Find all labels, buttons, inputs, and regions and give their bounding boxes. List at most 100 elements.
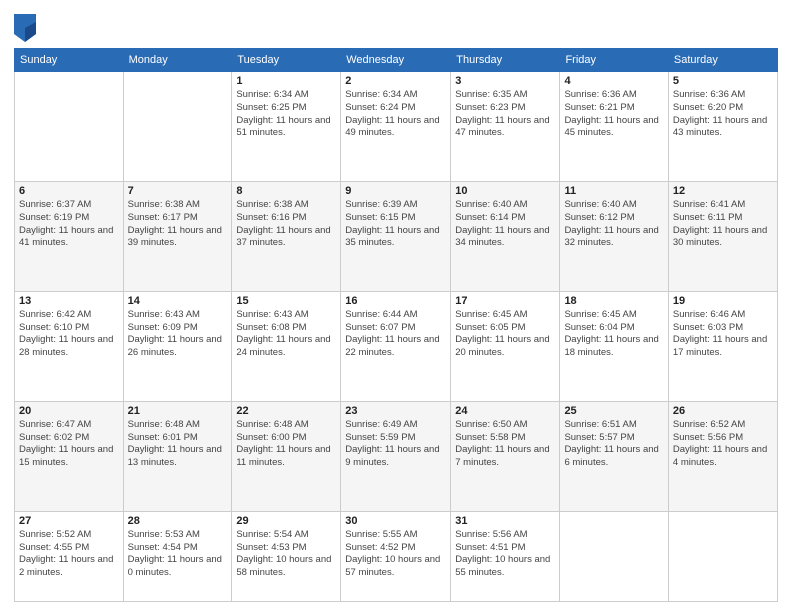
day-detail: Sunrise: 6:49 AM Sunset: 5:59 PM Dayligh… [345, 419, 446, 470]
day-number: 24 [455, 405, 555, 417]
col-header-friday: Friday [560, 49, 668, 72]
day-number: 6 [19, 185, 119, 197]
day-detail: Sunrise: 6:52 AM Sunset: 5:56 PM Dayligh… [673, 419, 773, 470]
day-number: 14 [128, 295, 228, 307]
calendar-week-3: 13 Sunrise: 6:42 AM Sunset: 6:10 PM Dayli… [15, 291, 778, 401]
day-detail: Sunrise: 6:46 AM Sunset: 6:03 PM Dayligh… [673, 309, 773, 360]
day-detail: Sunrise: 6:34 AM Sunset: 6:24 PM Dayligh… [345, 89, 446, 140]
day-detail: Sunrise: 6:50 AM Sunset: 5:58 PM Dayligh… [455, 419, 555, 470]
calendar-cell [668, 511, 777, 601]
calendar-cell: 30Sunrise: 5:55 AM Sunset: 4:52 PM Dayli… [341, 511, 451, 601]
calendar-cell: 25 Sunrise: 6:51 AM Sunset: 5:57 PM Dayli… [560, 401, 668, 511]
calendar-cell: 26 Sunrise: 6:52 AM Sunset: 5:56 PM Dayli… [668, 401, 777, 511]
calendar-cell: 9 Sunrise: 6:39 AM Sunset: 6:15 PM Daylig… [341, 181, 451, 291]
day-detail: Sunrise: 6:36 AM Sunset: 6:21 PM Dayligh… [564, 89, 663, 140]
day-number: 16 [345, 295, 446, 307]
calendar-cell: 23 Sunrise: 6:49 AM Sunset: 5:59 PM Dayli… [341, 401, 451, 511]
day-number: 4 [564, 75, 663, 87]
col-header-thursday: Thursday [451, 49, 560, 72]
header [14, 10, 778, 42]
calendar-table: SundayMondayTuesdayWednesdayThursdayFrid… [14, 48, 778, 602]
day-detail: Sunrise: 6:41 AM Sunset: 6:11 PM Dayligh… [673, 199, 773, 250]
day-number: 7 [128, 185, 228, 197]
day-number: 21 [128, 405, 228, 417]
calendar-cell: 7 Sunrise: 6:38 AM Sunset: 6:17 PM Daylig… [123, 181, 232, 291]
calendar-week-2: 6 Sunrise: 6:37 AM Sunset: 6:19 PM Daylig… [15, 181, 778, 291]
calendar-cell [15, 72, 124, 182]
calendar-cell: 13 Sunrise: 6:42 AM Sunset: 6:10 PM Dayli… [15, 291, 124, 401]
calendar-cell: 6 Sunrise: 6:37 AM Sunset: 6:19 PM Daylig… [15, 181, 124, 291]
day-detail: Sunrise: 6:34 AM Sunset: 6:25 PM Dayligh… [236, 89, 336, 140]
calendar-cell: 3Sunrise: 6:35 AM Sunset: 6:23 PM Daylig… [451, 72, 560, 182]
calendar-cell: 14 Sunrise: 6:43 AM Sunset: 6:09 PM Dayli… [123, 291, 232, 401]
calendar-week-1: 1 Sunrise: 6:34 AM Sunset: 6:25 PM Daylig… [15, 72, 778, 182]
logo [14, 14, 40, 42]
day-detail: Sunrise: 6:48 AM Sunset: 6:01 PM Dayligh… [128, 419, 228, 470]
calendar-cell: 1 Sunrise: 6:34 AM Sunset: 6:25 PM Daylig… [232, 72, 341, 182]
day-detail: Sunrise: 6:40 AM Sunset: 6:12 PM Dayligh… [564, 199, 663, 250]
day-number: 28 [128, 515, 228, 527]
logo-icon [14, 14, 36, 42]
calendar-cell: 15Sunrise: 6:43 AM Sunset: 6:08 PM Dayli… [232, 291, 341, 401]
calendar-cell: 19 Sunrise: 6:46 AM Sunset: 6:03 PM Dayli… [668, 291, 777, 401]
day-detail: Sunrise: 5:52 AM Sunset: 4:55 PM Dayligh… [19, 529, 119, 580]
day-detail: Sunrise: 6:51 AM Sunset: 5:57 PM Dayligh… [564, 419, 663, 470]
day-detail: Sunrise: 6:48 AM Sunset: 6:00 PM Dayligh… [236, 419, 336, 470]
day-number: 13 [19, 295, 119, 307]
day-detail: Sunrise: 6:42 AM Sunset: 6:10 PM Dayligh… [19, 309, 119, 360]
day-detail: Sunrise: 6:40 AM Sunset: 6:14 PM Dayligh… [455, 199, 555, 250]
day-number: 10 [455, 185, 555, 197]
col-header-tuesday: Tuesday [232, 49, 341, 72]
day-detail: Sunrise: 6:43 AM Sunset: 6:08 PM Dayligh… [236, 309, 336, 360]
day-number: 18 [564, 295, 663, 307]
day-number: 19 [673, 295, 773, 307]
day-number: 17 [455, 295, 555, 307]
calendar-cell: 11 Sunrise: 6:40 AM Sunset: 6:12 PM Dayli… [560, 181, 668, 291]
day-detail: Sunrise: 6:37 AM Sunset: 6:19 PM Dayligh… [19, 199, 119, 250]
day-detail: Sunrise: 6:39 AM Sunset: 6:15 PM Dayligh… [345, 199, 446, 250]
day-detail: Sunrise: 6:38 AM Sunset: 6:16 PM Dayligh… [236, 199, 336, 250]
day-detail: Sunrise: 6:43 AM Sunset: 6:09 PM Dayligh… [128, 309, 228, 360]
calendar-cell: 5 Sunrise: 6:36 AM Sunset: 6:20 PM Daylig… [668, 72, 777, 182]
day-detail: Sunrise: 6:38 AM Sunset: 6:17 PM Dayligh… [128, 199, 228, 250]
calendar-cell: 18Sunrise: 6:45 AM Sunset: 6:04 PM Dayli… [560, 291, 668, 401]
calendar-cell: 12 Sunrise: 6:41 AM Sunset: 6:11 PM Dayli… [668, 181, 777, 291]
day-number: 22 [236, 405, 336, 417]
day-number: 5 [673, 75, 773, 87]
day-detail: Sunrise: 6:36 AM Sunset: 6:20 PM Dayligh… [673, 89, 773, 140]
day-number: 23 [345, 405, 446, 417]
calendar-cell: 4 Sunrise: 6:36 AM Sunset: 6:21 PM Daylig… [560, 72, 668, 182]
day-detail: Sunrise: 6:44 AM Sunset: 6:07 PM Dayligh… [345, 309, 446, 360]
calendar-cell: 21 Sunrise: 6:48 AM Sunset: 6:01 PM Dayli… [123, 401, 232, 511]
day-number: 26 [673, 405, 773, 417]
calendar-cell: 28Sunrise: 5:53 AM Sunset: 4:54 PM Dayli… [123, 511, 232, 601]
day-detail: Sunrise: 5:54 AM Sunset: 4:53 PM Dayligh… [236, 529, 336, 580]
calendar-header-row: SundayMondayTuesdayWednesdayThursdayFrid… [15, 49, 778, 72]
calendar-cell: 16 Sunrise: 6:44 AM Sunset: 6:07 PM Dayli… [341, 291, 451, 401]
col-header-wednesday: Wednesday [341, 49, 451, 72]
calendar-cell: 17 Sunrise: 6:45 AM Sunset: 6:05 PM Dayli… [451, 291, 560, 401]
calendar-cell [560, 511, 668, 601]
day-number: 29 [236, 515, 336, 527]
calendar-cell: 20Sunrise: 6:47 AM Sunset: 6:02 PM Dayli… [15, 401, 124, 511]
day-number: 25 [564, 405, 663, 417]
day-number: 11 [564, 185, 663, 197]
col-header-saturday: Saturday [668, 49, 777, 72]
calendar-cell: 29 Sunrise: 5:54 AM Sunset: 4:53 PM Dayli… [232, 511, 341, 601]
day-detail: Sunrise: 5:56 AM Sunset: 4:51 PM Dayligh… [455, 529, 555, 580]
day-number: 20 [19, 405, 119, 417]
calendar-cell: 27 Sunrise: 5:52 AM Sunset: 4:55 PM Dayli… [15, 511, 124, 601]
calendar-cell: 8 Sunrise: 6:38 AM Sunset: 6:16 PM Daylig… [232, 181, 341, 291]
day-number: 27 [19, 515, 119, 527]
calendar-cell: 2 Sunrise: 6:34 AM Sunset: 6:24 PM Daylig… [341, 72, 451, 182]
day-number: 12 [673, 185, 773, 197]
day-number: 9 [345, 185, 446, 197]
day-detail: Sunrise: 6:45 AM Sunset: 6:05 PM Dayligh… [455, 309, 555, 360]
calendar-cell: 31Sunrise: 5:56 AM Sunset: 4:51 PM Dayli… [451, 511, 560, 601]
page: SundayMondayTuesdayWednesdayThursdayFrid… [0, 0, 792, 612]
day-number: 1 [236, 75, 336, 87]
day-number: 2 [345, 75, 446, 87]
day-number: 8 [236, 185, 336, 197]
calendar-cell: 10 Sunrise: 6:40 AM Sunset: 6:14 PM Dayli… [451, 181, 560, 291]
day-number: 3 [455, 75, 555, 87]
